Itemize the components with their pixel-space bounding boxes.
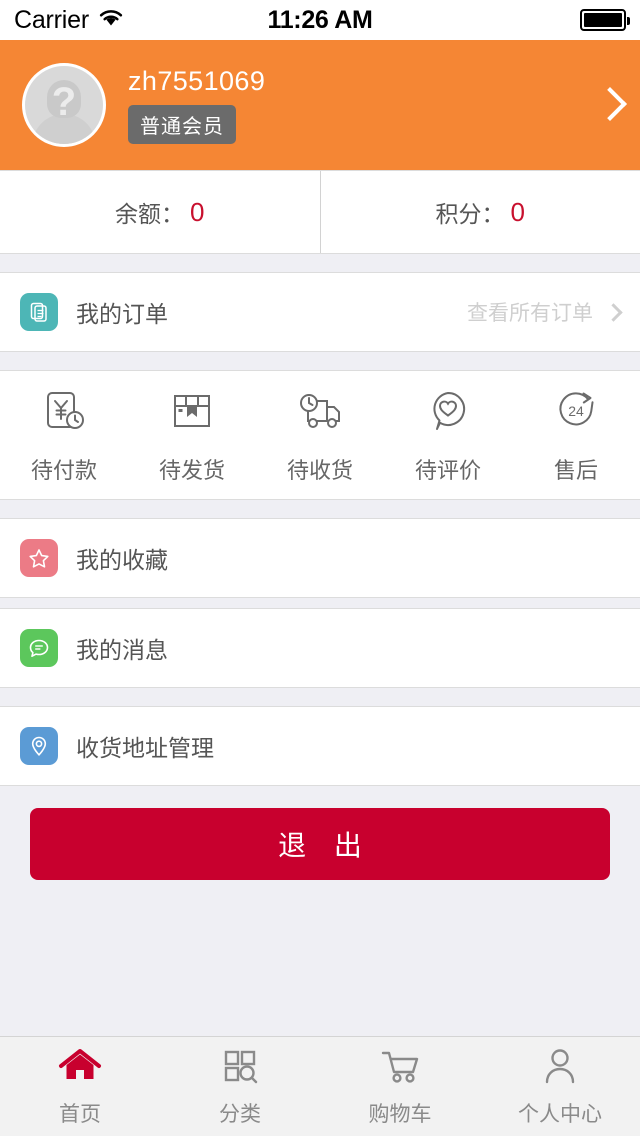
message-icon xyxy=(20,629,58,667)
menu-item-favorites[interactable]: 我的收藏 xyxy=(0,519,640,597)
tab-profile[interactable]: 个人中心 xyxy=(480,1037,640,1136)
member-level-badge: 普通会员 xyxy=(128,105,236,144)
avatar-placeholder-icon: ? xyxy=(51,80,77,124)
status-bar: Carrier 11:26 AM xyxy=(0,0,640,40)
category-icon xyxy=(217,1046,263,1091)
logout-button[interactable]: 退 出 xyxy=(30,808,610,880)
order-status-card: 待付款 待发货 待收货 待评价 24 售后 xyxy=(0,370,640,500)
menu-item-address[interactable]: 收货地址管理 xyxy=(0,707,640,785)
status-bar-left: Carrier xyxy=(14,6,124,35)
status-item-pending-shipment[interactable]: 待发货 xyxy=(128,386,256,485)
menu-card: 我的收藏 xyxy=(0,518,640,598)
avatar: ? xyxy=(22,63,106,147)
battery-full-icon xyxy=(580,9,630,31)
points-cell[interactable]: 积分： 0 xyxy=(319,171,640,253)
status-item-pending-review[interactable]: 待评价 xyxy=(384,386,512,485)
status-label: 售后 xyxy=(553,457,598,483)
wifi-icon xyxy=(98,8,124,32)
chevron-right-icon[interactable] xyxy=(596,86,618,124)
menu-item-label: 收货地址管理 xyxy=(76,735,214,761)
status-item-after-sales[interactable]: 24 售后 xyxy=(512,386,640,485)
status-label: 待评价 xyxy=(414,457,481,483)
profile-header[interactable]: ? zh7551069 普通会员 xyxy=(0,40,640,170)
view-all-orders-link[interactable]: 查看所有订单 xyxy=(467,297,593,327)
my-orders-label: 我的订单 xyxy=(76,301,168,327)
username-label: zh7551069 xyxy=(128,66,266,96)
balance-label: 余额： xyxy=(115,201,185,227)
tab-label: 个人中心 xyxy=(518,1102,602,1126)
profile-info: zh7551069 普通会员 xyxy=(128,66,265,144)
messages-card: 我的消息 xyxy=(0,608,640,688)
svg-text:24: 24 xyxy=(568,403,584,419)
location-pin-icon xyxy=(20,727,58,765)
carrier-label: Carrier xyxy=(14,5,89,34)
status-bar-right xyxy=(580,9,630,31)
my-orders-right[interactable]: 查看所有订单 xyxy=(467,297,623,327)
star-icon xyxy=(20,539,58,577)
cart-icon xyxy=(377,1046,423,1091)
status-label: 待付款 xyxy=(30,457,97,483)
order-status-grid: 待付款 待发货 待收货 待评价 24 售后 xyxy=(0,371,640,499)
home-icon xyxy=(57,1046,103,1091)
my-orders-card: 我的订单 查看所有订单 xyxy=(0,272,640,352)
pending-review-icon xyxy=(422,386,474,443)
tab-label: 分类 xyxy=(219,1102,261,1126)
tab-label: 购物车 xyxy=(368,1102,432,1126)
address-card: 收货地址管理 xyxy=(0,706,640,786)
menu-item-label: 我的消息 xyxy=(76,637,168,663)
tab-category[interactable]: 分类 xyxy=(160,1037,320,1136)
status-item-pending-payment[interactable]: 待付款 xyxy=(0,386,128,485)
status-item-pending-receipt[interactable]: 待收货 xyxy=(256,386,384,485)
tab-bar: 首页 分类 购物车 个人中心 xyxy=(0,1036,640,1136)
menu-item-messages[interactable]: 我的消息 xyxy=(0,609,640,687)
pending-shipment-icon xyxy=(166,386,218,443)
document-icon xyxy=(20,293,58,331)
menu-item-label: 我的收藏 xyxy=(76,547,168,573)
logout-section: 退 出 xyxy=(0,786,640,902)
points-value: 0 xyxy=(510,196,525,227)
tab-label: 首页 xyxy=(59,1102,101,1126)
balance-value: 0 xyxy=(190,196,205,227)
my-orders-row[interactable]: 我的订单 查看所有订单 xyxy=(0,273,640,351)
points-label: 积分： xyxy=(435,201,505,227)
pending-receipt-icon xyxy=(294,386,346,443)
balance-cell[interactable]: 余额： 0 xyxy=(0,171,320,253)
stats-card: 余额： 0 积分： 0 xyxy=(0,170,640,254)
status-label: 待发货 xyxy=(158,457,225,483)
user-icon xyxy=(537,1046,583,1091)
tab-cart[interactable]: 购物车 xyxy=(320,1037,480,1136)
after-sales-24-icon: 24 xyxy=(550,386,602,443)
stats-row: 余额： 0 积分： 0 xyxy=(0,171,640,253)
status-label: 待收货 xyxy=(286,457,353,483)
tab-home[interactable]: 首页 xyxy=(0,1037,160,1136)
pending-payment-icon xyxy=(38,386,90,443)
chevron-right-icon xyxy=(604,302,623,322)
